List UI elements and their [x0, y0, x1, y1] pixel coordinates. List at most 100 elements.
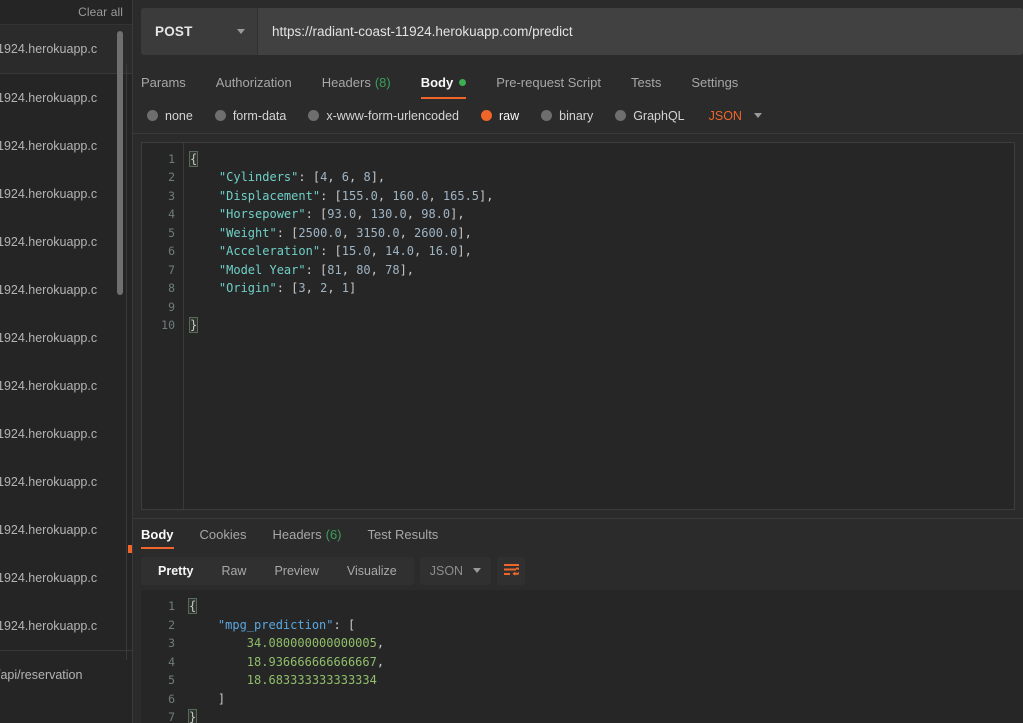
request-tab-body[interactable]: Body [421, 75, 467, 99]
code-token: 165.5 [443, 189, 479, 203]
history-item[interactable]: /api/reservation [0, 651, 132, 699]
request-body-editor[interactable]: 12345678910 { "Cylinders": [4, 6, 8], "D… [141, 142, 1015, 510]
code-token: 3150.0 [356, 226, 399, 240]
response-line-number: 5 [141, 671, 183, 690]
response-line: { [189, 597, 1023, 616]
history-item[interactable]: 1924.herokuapp.c [0, 602, 132, 650]
response-tab-cookies[interactable]: Cookies [200, 527, 247, 549]
request-tab-params[interactable]: Params [141, 75, 186, 99]
request-body-code[interactable]: { "Cylinders": [4, 6, 8], "Displacement"… [184, 143, 1014, 509]
history-item[interactable]: 1924.herokuapp.c [0, 266, 132, 314]
history-item[interactable]: 1924.herokuapp.c [0, 218, 132, 266]
history-header: Clear all [0, 0, 132, 25]
history-item-label: 1924.herokuapp.c [0, 235, 97, 249]
url-input[interactable]: https://radiant-coast-11924.herokuapp.co… [258, 8, 1023, 55]
request-line: "Weight": [2500.0, 3150.0, 2600.0], [190, 224, 1014, 243]
request-tab-pre-request-script[interactable]: Pre-request Script [496, 75, 601, 99]
request-line-numbers: 12345678910 [142, 143, 184, 509]
history-item[interactable]: 1924.herokuapp.c [0, 170, 132, 218]
code-token: 81 [327, 263, 341, 277]
response-view-preview[interactable]: Preview [260, 557, 332, 585]
body-type-radio-graphql[interactable]: GraphQL [615, 109, 684, 123]
code-token: "Displacement" [219, 189, 320, 203]
code-token: "Acceleration" [219, 244, 320, 258]
code-token: 160.0 [392, 189, 428, 203]
body-type-radio-x-www-form-urlencoded[interactable]: x-www-form-urlencoded [308, 109, 459, 123]
code-token: , [306, 281, 320, 295]
radio-icon [215, 110, 226, 121]
chevron-down-icon[interactable] [754, 113, 762, 118]
response-tabs: Body Cookies Headers(6) Test Results [133, 518, 1023, 549]
history-item[interactable]: 1924.herokuapp.c [0, 74, 132, 122]
history-item[interactable]: 1924.herokuapp.c [0, 314, 132, 362]
code-token: 18.683333333333334 [247, 673, 377, 687]
response-format-selector[interactable]: JSON [420, 557, 491, 585]
http-method-selector[interactable]: POST [141, 8, 258, 55]
request-line: "Horsepower": [93.0, 130.0, 98.0], [190, 205, 1014, 224]
code-token: 130.0 [371, 207, 407, 221]
raw-format-label[interactable]: JSON [709, 109, 742, 123]
body-type-radio-raw[interactable]: raw [481, 109, 519, 123]
code-token: ], [371, 170, 385, 184]
body-type-radio-none[interactable]: none [147, 109, 193, 123]
request-tab-headers[interactable]: Headers(8) [322, 75, 391, 99]
response-view-visualize[interactable]: Visualize [333, 557, 411, 585]
code-token: : [ [334, 618, 356, 632]
request-line: "Acceleration": [15.0, 14.0, 16.0], [190, 242, 1014, 261]
code-token [190, 170, 219, 184]
history-item[interactable]: 1924.herokuapp.c [0, 458, 132, 506]
history-item[interactable]: 1924.herokuapp.c [0, 554, 132, 602]
history-item-label: 1924.herokuapp.c [0, 571, 97, 585]
sidebar-scrollbar[interactable] [117, 31, 123, 295]
history-item[interactable]: 1924.herokuapp.c [0, 410, 132, 458]
response-view-pretty[interactable]: Pretty [144, 557, 207, 585]
response-line: 18.936666666666667, [189, 653, 1023, 672]
code-token: 93.0 [327, 207, 356, 221]
request-tab-authorization[interactable]: Authorization [216, 75, 292, 99]
request-response-pane: POST https://radiant-coast-11924.herokua… [133, 0, 1023, 723]
code-token [189, 673, 247, 687]
history-item[interactable]: 1924.herokuapp.c [0, 122, 132, 170]
request-line-number: 10 [142, 316, 183, 335]
body-type-radio-form-data[interactable]: form-data [215, 109, 287, 123]
history-item[interactable]: 1924.herokuapp.c [0, 506, 132, 554]
response-tab-headers[interactable]: Headers(6) [272, 527, 341, 549]
code-token: 16.0 [428, 244, 457, 258]
code-token: , [414, 244, 428, 258]
code-token: 2500.0 [298, 226, 341, 240]
request-line: } [190, 316, 1014, 335]
request-line-number: 6 [142, 242, 183, 261]
tab-label: Body [141, 527, 174, 542]
body-type-radio-binary[interactable]: binary [541, 109, 593, 123]
history-item[interactable]: 1924.herokuapp.c [0, 362, 132, 410]
tab-label: Pre-request Script [496, 75, 601, 90]
clear-all-button[interactable]: Clear all [78, 5, 123, 19]
code-token: 98.0 [421, 207, 450, 221]
sidebar-divider [126, 64, 127, 660]
code-token: 3 [298, 281, 305, 295]
code-token: : [ [277, 281, 299, 295]
history-item[interactable]: 1924.herokuapp.c [0, 25, 132, 73]
request-tab-settings[interactable]: Settings [691, 75, 738, 99]
code-token: ], [479, 189, 493, 203]
response-view-raw[interactable]: Raw [207, 557, 260, 585]
code-token [190, 207, 219, 221]
request-tab-tests[interactable]: Tests [631, 75, 661, 99]
radio-icon [541, 110, 552, 121]
response-tab-test-results[interactable]: Test Results [368, 527, 439, 549]
body-type-options: none form-data x-www-form-urlencoded raw bin… [133, 99, 1023, 134]
body-type-label: raw [499, 109, 519, 123]
code-token: } [190, 318, 197, 332]
response-format-label: JSON [430, 564, 463, 578]
code-token: ] [349, 281, 356, 295]
response-body-editor[interactable]: 1234567 { "mpg_prediction": [ 34.0800000… [141, 590, 1023, 723]
request-line-number: 2 [142, 168, 183, 187]
tab-label: Authorization [216, 75, 292, 90]
response-tab-body[interactable]: Body [141, 527, 174, 549]
code-token: , [377, 636, 384, 650]
history-item-label: 1924.herokuapp.c [0, 619, 97, 633]
request-line-number: 3 [142, 187, 183, 206]
word-wrap-button[interactable] [497, 557, 525, 585]
code-token [189, 655, 247, 669]
tab-label: Tests [631, 75, 661, 90]
